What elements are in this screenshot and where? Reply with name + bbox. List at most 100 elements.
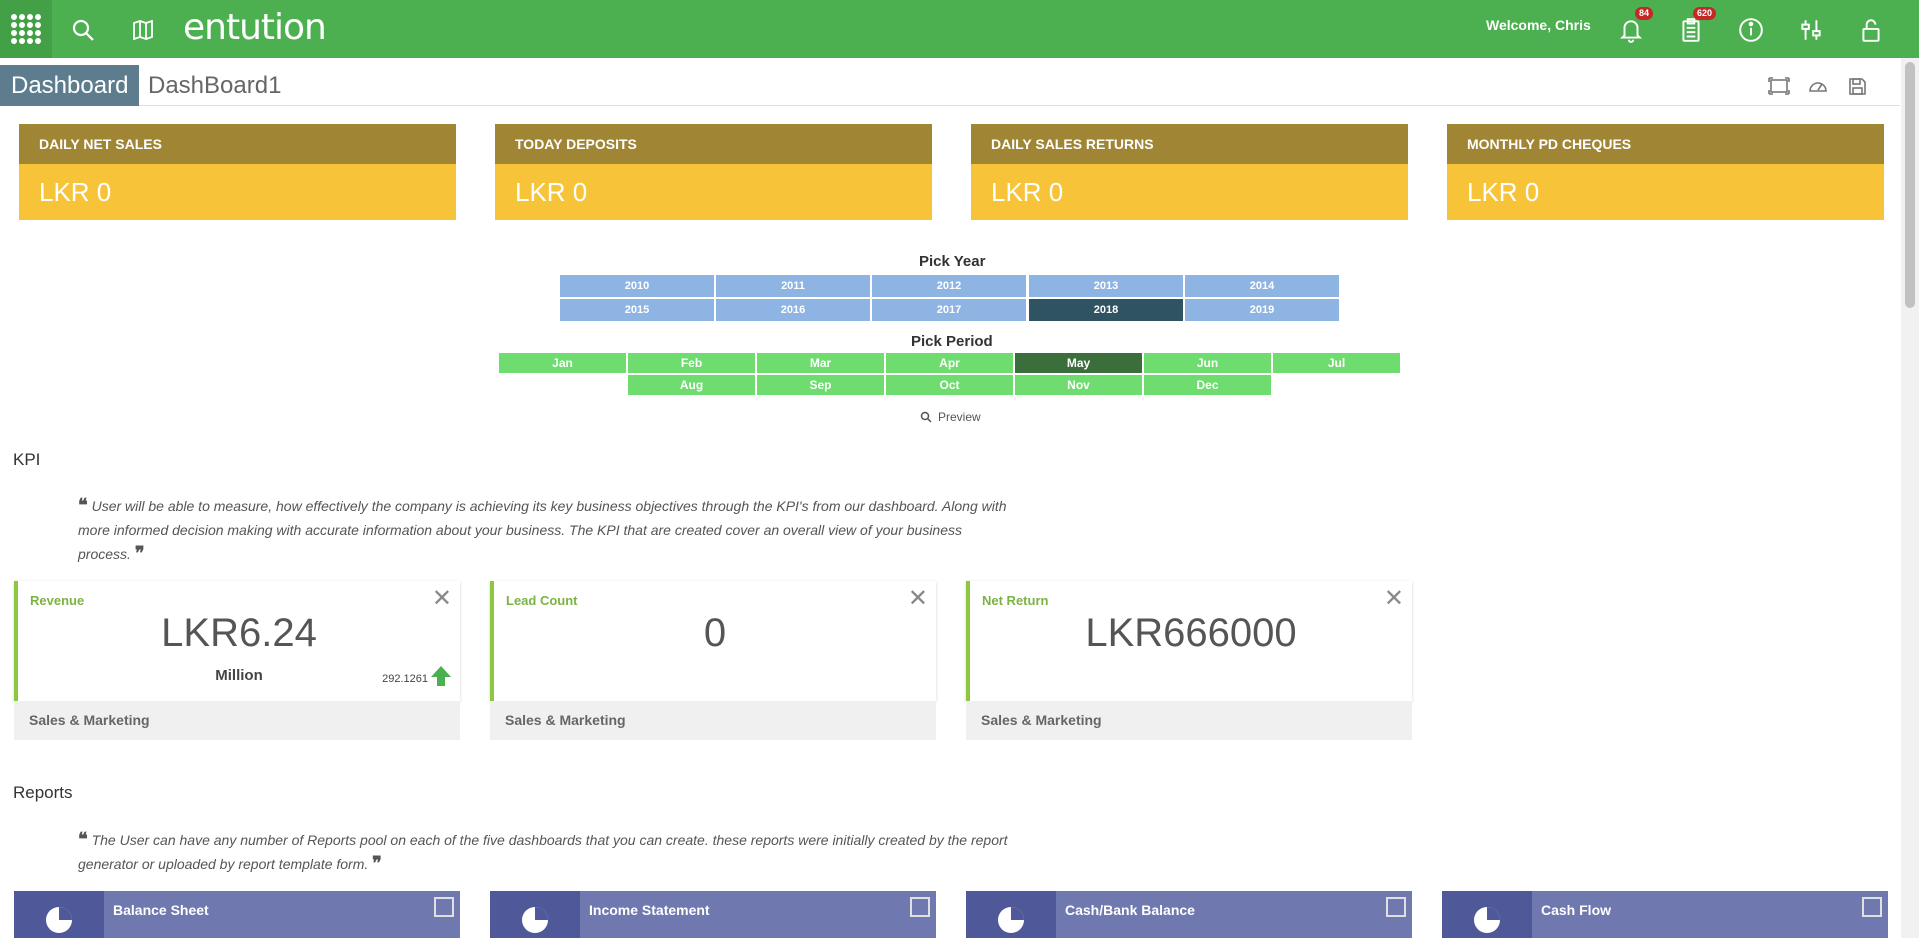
report-checkbox[interactable] — [1386, 897, 1406, 917]
close-quote-icon: ❞ — [372, 853, 382, 874]
summary-card-title: MONTHLY PD CHEQUES — [1447, 124, 1884, 164]
year-2018-selected[interactable]: 2018 — [1029, 299, 1183, 321]
summary-card-title: DAILY NET SALES — [19, 124, 456, 164]
search-icon — [920, 411, 932, 423]
open-quote-icon: ❝ — [78, 495, 88, 516]
dashboard-titlebar: Dashboard DashBoard1 — [0, 58, 1900, 106]
arrow-up-icon — [431, 666, 451, 686]
kpi-value: 0 — [703, 611, 727, 655]
reports-description: ❝ The User can have any number of Report… — [78, 828, 1008, 876]
year-2017[interactable]: 2017 — [872, 299, 1026, 321]
book-map-button[interactable] — [129, 16, 157, 44]
year-2014[interactable]: 2014 — [1185, 275, 1339, 297]
kpi-category: Sales & Marketing — [966, 701, 1412, 740]
report-tile-cash-bank-balance[interactable]: Cash/Bank Balance — [966, 891, 1412, 938]
kpi-section-title: KPI — [13, 450, 41, 469]
open-quote-icon: ❝ — [78, 829, 88, 850]
settings-sliders-icon — [1801, 20, 1821, 40]
pick-period-title: Pick Period — [911, 333, 993, 350]
kpi-label: Net Return — [982, 593, 1049, 608]
summary-card-title: DAILY SALES RETURNS — [971, 124, 1408, 164]
close-icon[interactable]: ✕ — [908, 587, 928, 611]
report-label: Cash Flow — [1541, 902, 1612, 918]
kpi-value: LKR666000 — [1085, 611, 1297, 655]
kpi-card-net-return: Net Return ✕ LKR666000 Sales & Marketing — [966, 581, 1412, 740]
year-2011[interactable]: 2011 — [716, 275, 870, 297]
report-checkbox[interactable] — [1862, 897, 1882, 917]
kpi-label: Lead Count — [506, 593, 578, 608]
kpi-card-lead-count: Lead Count ✕ 0 Sales & Marketing — [490, 581, 936, 740]
year-2013[interactable]: 2013 — [1029, 275, 1183, 297]
period-feb[interactable]: Feb — [628, 353, 755, 373]
pie-chart-icon — [1474, 907, 1500, 933]
report-checkbox[interactable] — [910, 897, 930, 917]
close-icon[interactable]: ✕ — [432, 587, 452, 611]
kpi-description: ❝ User will be able to measure, how effe… — [78, 494, 1008, 566]
year-2019[interactable]: 2019 — [1185, 299, 1339, 321]
tasks-button[interactable]: 620 — [1677, 7, 1717, 44]
scrollbar-thumb[interactable] — [1905, 62, 1915, 308]
preview-label: Preview — [938, 410, 981, 424]
top-navbar: entution Welcome, Chris 84 620 — [0, 0, 1919, 58]
reports-section-title: Reports — [13, 783, 73, 802]
info-button[interactable] — [1737, 16, 1765, 44]
summary-card-value: LKR 0 — [971, 164, 1408, 220]
reports-description-text: The User can have any number of Reports … — [78, 832, 1008, 872]
lock-icon — [1862, 19, 1880, 42]
kpi-card-revenue: Revenue ✕ LKR6.24 Million 292.1261 Sales… — [14, 581, 460, 740]
search-icon — [72, 19, 94, 41]
report-label: Cash/Bank Balance — [1065, 902, 1195, 918]
notifications-button[interactable]: 84 — [1617, 7, 1654, 44]
period-sep[interactable]: Sep — [757, 375, 884, 395]
report-tile-income-statement[interactable]: Income Statement — [490, 891, 936, 938]
year-2015[interactable]: 2015 — [560, 299, 714, 321]
year-2012[interactable]: 2012 — [872, 275, 1026, 297]
summary-card-today-deposits: TODAY DEPOSITS LKR 0 — [495, 124, 932, 220]
pie-chart-icon — [998, 907, 1024, 933]
period-dec[interactable]: Dec — [1144, 375, 1271, 395]
period-apr[interactable]: Apr — [886, 353, 1013, 373]
period-jun[interactable]: Jun — [1144, 353, 1271, 373]
app-logo[interactable]: entution — [183, 6, 327, 50]
settings-button[interactable] — [1797, 16, 1825, 44]
notifications-badge: 84 — [1635, 7, 1654, 20]
kpi-label: Revenue — [30, 593, 85, 608]
preview-button[interactable]: Preview — [920, 410, 981, 424]
report-icon-box — [14, 891, 104, 938]
year-2010[interactable]: 2010 — [560, 275, 714, 297]
kpi-card-body: Revenue ✕ LKR6.24 Million 292.1261 — [14, 581, 460, 701]
gauge-icon[interactable] — [1807, 75, 1829, 97]
report-label: Balance Sheet — [113, 902, 209, 918]
apps-grid-button[interactable] — [0, 0, 52, 58]
kpi-trend-value: 292.1261 — [382, 673, 428, 685]
tab-dashboard[interactable]: Dashboard — [0, 65, 140, 106]
pie-chart-icon — [46, 907, 72, 933]
save-icon[interactable] — [1846, 75, 1868, 97]
report-label: Income Statement — [589, 902, 710, 918]
report-checkbox[interactable] — [434, 897, 454, 917]
summary-card-value: LKR 0 — [19, 164, 456, 220]
year-2016[interactable]: 2016 — [716, 299, 870, 321]
period-jan[interactable]: Jan — [499, 353, 626, 373]
tasks-badge: 620 — [1693, 7, 1717, 20]
fullscreen-icon[interactable] — [1768, 75, 1790, 97]
period-aug[interactable]: Aug — [628, 375, 755, 395]
summary-card-value: LKR 0 — [495, 164, 932, 220]
report-tile-cash-flow[interactable]: Cash Flow — [1442, 891, 1888, 938]
summary-card-daily-sales-returns: DAILY SALES RETURNS LKR 0 — [971, 124, 1408, 220]
report-tile-balance-sheet[interactable]: Balance Sheet — [14, 891, 460, 938]
period-may-selected[interactable]: May — [1015, 353, 1142, 373]
report-icon-box — [1442, 891, 1532, 938]
summary-card-title: TODAY DEPOSITS — [495, 124, 932, 164]
lock-button[interactable] — [1857, 16, 1885, 44]
period-oct[interactable]: Oct — [886, 375, 1013, 395]
period-nov[interactable]: Nov — [1015, 375, 1142, 395]
period-mar[interactable]: Mar — [757, 353, 884, 373]
apps-grid-icon — [11, 14, 41, 44]
dashboard-name: DashBoard1 — [148, 72, 282, 99]
search-button[interactable] — [69, 16, 97, 44]
kpi-card-body: Net Return ✕ LKR666000 — [966, 581, 1412, 701]
close-icon[interactable]: ✕ — [1384, 587, 1404, 611]
period-jul[interactable]: Jul — [1273, 353, 1400, 373]
page-scrollbar[interactable] — [1901, 58, 1919, 938]
